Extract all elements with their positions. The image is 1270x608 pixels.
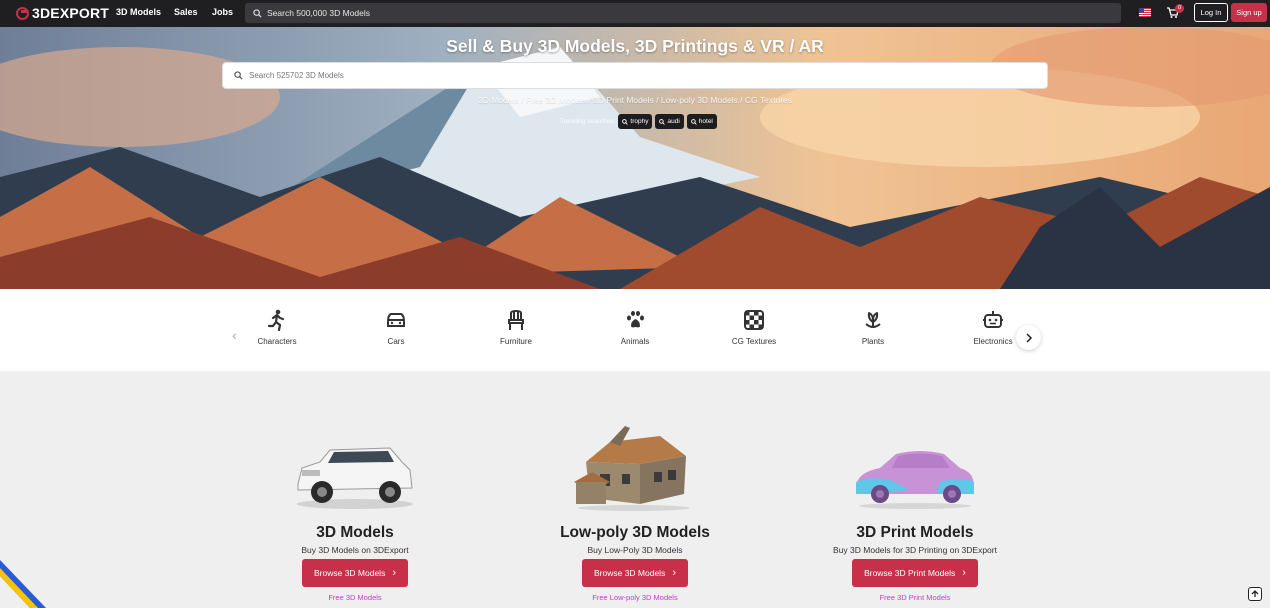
category-label: Characters xyxy=(257,337,297,346)
free-3d-models-link[interactable]: Free 3D Models xyxy=(225,593,485,602)
search-icon xyxy=(690,118,697,125)
category-animals[interactable]: Animals xyxy=(590,309,680,346)
nav-link-3d-models[interactable]: 3D Models xyxy=(116,7,161,17)
hero-search-input[interactable]: Search 525702 3D Models xyxy=(222,62,1048,89)
hero-banner: Sell & Buy 3D Models, 3D Printings & VR … xyxy=(0,27,1270,289)
card-subtitle: Buy 3D Models on 3DExport xyxy=(301,545,409,555)
free-low-poly-link[interactable]: Free Low-poly 3D Models xyxy=(505,593,765,602)
button-label: Browse 3D Print Models xyxy=(864,568,956,578)
nav-link-jobs[interactable]: Jobs xyxy=(212,7,233,17)
plant-icon xyxy=(865,312,881,328)
chevron-right-icon: › xyxy=(392,567,396,579)
feature-card-3d-print: 3D Print Models Buy 3D Models for 3D Pri… xyxy=(785,412,1045,602)
print-car-image[interactable] xyxy=(785,412,1045,512)
chevron-right-icon: › xyxy=(672,567,676,579)
house-image[interactable] xyxy=(505,412,765,512)
ukraine-ribbon-icon[interactable] xyxy=(0,560,46,608)
category-cars[interactable]: Cars xyxy=(351,309,441,346)
hero-title: Sell & Buy 3D Models, 3D Printings & VR … xyxy=(446,36,824,56)
chevron-right-icon xyxy=(1025,332,1032,343)
robot-icon xyxy=(983,311,1003,328)
paw-icon xyxy=(627,311,644,328)
category-label: CG Textures xyxy=(731,337,777,346)
signup-button[interactable]: Sign up xyxy=(1231,3,1267,22)
top-nav: 3DEXPORT 3D Models Sales Jobs Search 500… xyxy=(0,0,1270,27)
card-title: 3D Print Models xyxy=(856,524,974,541)
category-plants[interactable]: Plants xyxy=(828,309,918,346)
cart-count-badge: 0 xyxy=(1175,4,1184,13)
category-carousel: ‹ Characters Cars Furniture Animals CG T… xyxy=(0,289,1270,371)
card-subtitle: Buy Low-Poly 3D Models xyxy=(587,545,683,555)
arrow-up-icon xyxy=(1251,590,1259,597)
card-subtitle: Buy 3D Models for 3D Printing on 3DExpor… xyxy=(833,545,997,555)
car-icon xyxy=(387,313,405,327)
search-icon xyxy=(659,118,666,125)
checkerboard-icon xyxy=(744,310,764,330)
person-running-icon xyxy=(267,309,285,331)
category-characters[interactable]: Characters xyxy=(232,309,322,346)
trending-tag-label: trophy xyxy=(630,118,649,125)
browse-3d-print-button[interactable]: Browse 3D Print Models › xyxy=(852,559,978,587)
chevron-right-icon: › xyxy=(962,567,966,579)
category-label: Electronics xyxy=(973,337,1013,346)
browse-low-poly-button[interactable]: Browse 3D Models › xyxy=(581,559,688,587)
hero-quick-links[interactable]: 3D Models / Free 3D Models / 3D Print Mo… xyxy=(0,95,1270,105)
trending-tag-label: hotel xyxy=(698,118,713,125)
logo-icon xyxy=(16,6,29,20)
carousel-next-arrow[interactable] xyxy=(1016,325,1041,350)
search-icon xyxy=(253,8,262,18)
button-label: Browse 3D Models xyxy=(313,568,386,578)
trending-tag-trophy[interactable]: trophy xyxy=(618,114,653,129)
nav-search-placeholder: Search 500,000 3D Models xyxy=(267,8,371,18)
free-3d-print-link[interactable]: Free 3D Print Models xyxy=(785,593,1045,602)
logo[interactable]: 3DEXPORT xyxy=(16,5,109,21)
nav-search-input[interactable]: Search 500,000 3D Models xyxy=(245,3,1121,23)
card-title: 3D Models xyxy=(316,524,394,541)
category-label: Animals xyxy=(620,337,650,346)
login-button[interactable]: Log In xyxy=(1194,3,1228,22)
hero-search-placeholder: Search 525702 3D Models xyxy=(249,71,344,80)
feature-card-low-poly: Low-poly 3D Models Buy Low-Poly 3D Model… xyxy=(505,412,765,602)
logo-text: 3DEXPORT xyxy=(32,5,110,21)
nav-link-sales[interactable]: Sales xyxy=(174,7,198,17)
trending-tag-audi[interactable]: audi xyxy=(655,114,684,129)
category-label: Cars xyxy=(387,337,405,346)
button-label: Browse 3D Models xyxy=(593,568,666,578)
feature-card-3d-models: 3D Models Buy 3D Models on 3DExport Brow… xyxy=(225,412,485,602)
scroll-to-top-button[interactable] xyxy=(1248,587,1262,601)
category-label: Plants xyxy=(861,337,885,346)
suv-image[interactable] xyxy=(225,412,485,512)
browse-3d-models-button[interactable]: Browse 3D Models › xyxy=(301,559,408,587)
chair-icon xyxy=(508,309,524,330)
search-icon xyxy=(234,71,243,80)
search-icon xyxy=(622,118,629,125)
trending-label: Trending searches: xyxy=(560,118,616,125)
trending-tag-hotel[interactable]: hotel xyxy=(686,114,717,129)
category-label: Furniture xyxy=(499,337,532,346)
trending-tag-label: audi xyxy=(667,118,680,125)
us-flag-icon[interactable] xyxy=(1139,8,1151,17)
trending-searches: Trending searches: trophy audi hotel xyxy=(560,114,720,129)
card-title: Low-poly 3D Models xyxy=(560,524,710,541)
category-cg-textures[interactable]: CG Textures xyxy=(709,309,799,346)
category-furniture[interactable]: Furniture xyxy=(471,309,561,346)
